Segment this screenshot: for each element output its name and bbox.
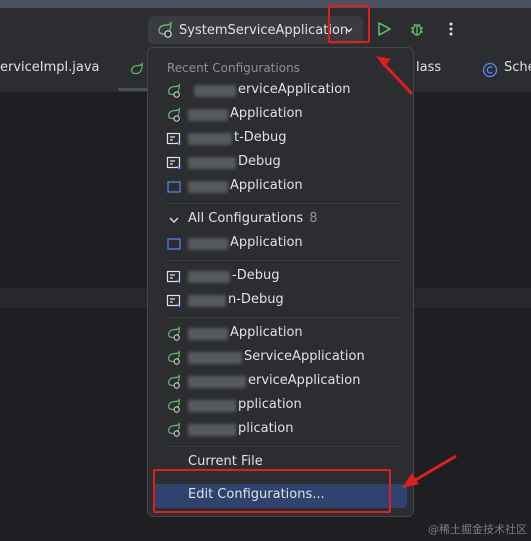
application-icon bbox=[167, 238, 181, 250]
remote-debug-icon bbox=[166, 132, 181, 146]
tab-service-impl[interactable]: erviceImpl.java bbox=[0, 60, 100, 75]
class-icon bbox=[482, 62, 498, 78]
config-name: t-Debug bbox=[234, 130, 287, 145]
config-item[interactable]: Application bbox=[154, 232, 407, 256]
config-item[interactable]: n-Debug bbox=[154, 289, 407, 313]
spring-boot-icon bbox=[168, 398, 180, 413]
annotation-arrow-icon bbox=[376, 56, 414, 96]
redacted-name bbox=[188, 352, 242, 364]
all-configurations-count: 8 bbox=[309, 211, 318, 226]
top-strip bbox=[0, 0, 531, 8]
config-name: Application bbox=[230, 178, 303, 193]
tab-class[interactable]: lass bbox=[416, 60, 441, 75]
redacted-name bbox=[188, 424, 236, 436]
run-config-label: SystemServiceApplication bbox=[179, 22, 349, 38]
run-configurations-popup: Recent Configurations erviceApplication … bbox=[147, 47, 414, 517]
config-name: -Debug bbox=[232, 268, 280, 283]
current-file-label: Current File bbox=[188, 454, 263, 469]
config-name: Application bbox=[230, 325, 303, 340]
redacted-name bbox=[188, 133, 232, 145]
redacted-name bbox=[188, 109, 228, 121]
config-name: n-Debug bbox=[228, 292, 284, 307]
spring-boot-icon bbox=[168, 107, 180, 122]
application-icon bbox=[167, 181, 181, 193]
config-item[interactable]: ServiceApplication bbox=[154, 346, 407, 370]
redacted-name bbox=[188, 238, 228, 250]
all-configurations-label: All Configurations bbox=[188, 211, 304, 226]
all-configurations-group[interactable]: All Configurations 8 bbox=[154, 208, 407, 232]
config-item[interactable]: Application bbox=[154, 322, 407, 346]
redacted-name bbox=[194, 85, 236, 97]
recent-config-item[interactable]: Debug bbox=[154, 151, 407, 175]
tab-schedule[interactable]: Sche bbox=[504, 60, 531, 75]
run-icon[interactable] bbox=[375, 20, 393, 38]
config-name: Debug bbox=[238, 154, 281, 169]
debug-icon[interactable] bbox=[408, 20, 426, 38]
separator bbox=[166, 203, 403, 204]
spring-boot-icon bbox=[168, 326, 180, 341]
recent-config-item[interactable]: Application bbox=[154, 103, 407, 127]
config-name: ServiceApplication bbox=[244, 349, 365, 364]
recent-config-item[interactable]: Application bbox=[154, 175, 407, 199]
redacted-name bbox=[188, 271, 230, 283]
config-item[interactable]: pplication bbox=[154, 394, 407, 418]
config-name: plication bbox=[238, 421, 294, 436]
redacted-name bbox=[188, 295, 226, 307]
spring-boot-icon bbox=[168, 374, 180, 389]
annotation-arrow-icon bbox=[402, 454, 457, 488]
watermark: @稀土掘金技术社区 bbox=[428, 523, 527, 536]
remote-debug-icon bbox=[166, 294, 181, 308]
redacted-name bbox=[188, 328, 228, 340]
config-name: erviceApplication bbox=[238, 82, 351, 97]
spring-boot-icon bbox=[131, 62, 143, 75]
recent-config-item[interactable]: t-Debug bbox=[154, 127, 407, 151]
spring-boot-icon bbox=[168, 350, 180, 365]
annotation-highlight-dropdown bbox=[328, 5, 370, 43]
annotation-highlight-edit-configurations bbox=[153, 469, 391, 513]
spring-boot-icon bbox=[168, 422, 180, 437]
config-name: erviceApplication bbox=[248, 373, 361, 388]
recent-config-item[interactable]: erviceApplication bbox=[154, 79, 407, 103]
separator bbox=[166, 446, 403, 447]
redacted-name bbox=[188, 400, 236, 412]
remote-debug-icon bbox=[166, 156, 181, 170]
config-item[interactable]: erviceApplication bbox=[154, 370, 407, 394]
separator bbox=[166, 260, 403, 261]
config-name: pplication bbox=[238, 397, 302, 412]
redacted-name bbox=[188, 181, 228, 193]
spring-boot-icon bbox=[158, 21, 172, 38]
chevron-down-icon bbox=[169, 217, 179, 223]
config-name: Application bbox=[230, 235, 303, 250]
redacted-name bbox=[188, 157, 236, 169]
separator bbox=[166, 317, 403, 318]
redacted-name bbox=[188, 376, 246, 388]
config-item[interactable]: plication bbox=[154, 418, 407, 442]
spring-boot-icon bbox=[168, 83, 180, 98]
recent-configurations-header: Recent Configurations bbox=[167, 61, 300, 75]
active-tab-indicator bbox=[118, 88, 150, 91]
remote-debug-icon bbox=[166, 270, 181, 284]
config-item[interactable]: -Debug bbox=[154, 265, 407, 289]
config-name: Application bbox=[230, 106, 303, 121]
more-vertical-icon[interactable] bbox=[442, 20, 460, 38]
